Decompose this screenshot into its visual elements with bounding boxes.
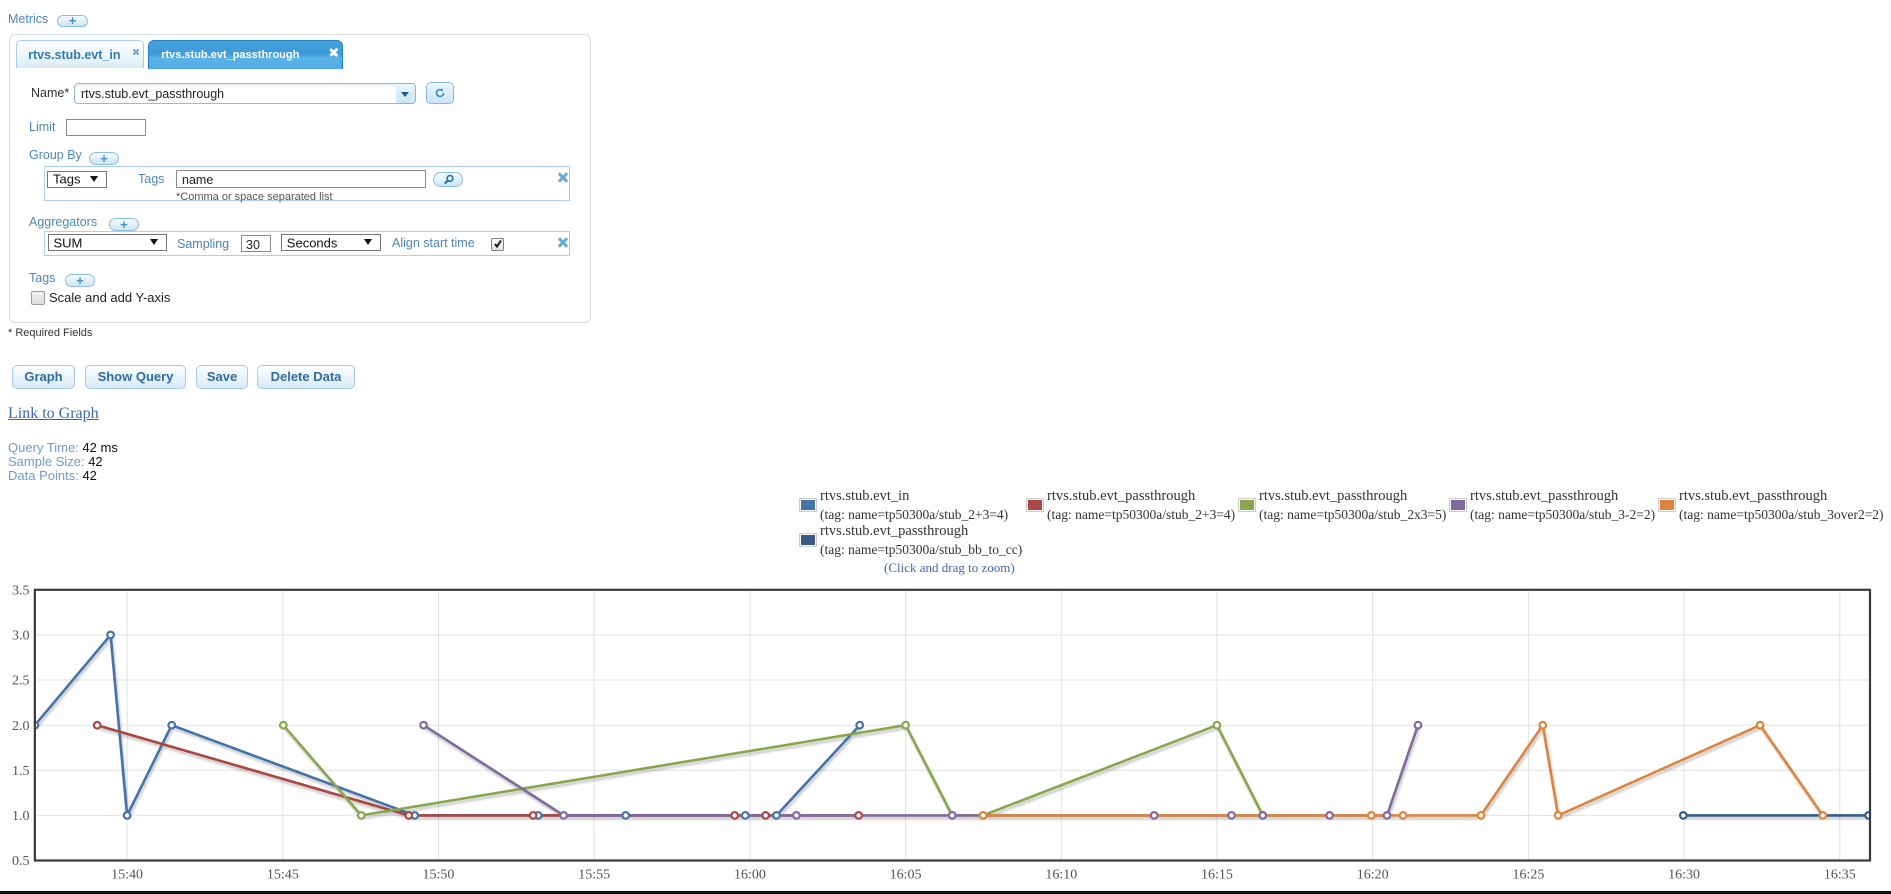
svg-text:16:30: 16:30 bbox=[1668, 867, 1700, 882]
svg-text:1.5: 1.5 bbox=[12, 764, 30, 779]
svg-text:15:40: 15:40 bbox=[111, 867, 143, 882]
svg-text:16:05: 16:05 bbox=[890, 867, 922, 882]
svg-text:15:55: 15:55 bbox=[578, 867, 610, 882]
svg-text:16:20: 16:20 bbox=[1357, 867, 1389, 882]
svg-text:2.5: 2.5 bbox=[12, 674, 30, 689]
svg-text:0.5: 0.5 bbox=[12, 854, 30, 869]
svg-text:3.5: 3.5 bbox=[12, 584, 30, 599]
svg-text:16:25: 16:25 bbox=[1512, 867, 1544, 882]
svg-text:15:50: 15:50 bbox=[423, 867, 455, 882]
svg-text:16:10: 16:10 bbox=[1045, 867, 1077, 882]
svg-text:16:15: 16:15 bbox=[1201, 867, 1233, 882]
svg-text:2.0: 2.0 bbox=[12, 719, 30, 734]
svg-text:16:35: 16:35 bbox=[1824, 867, 1856, 882]
svg-text:1.0: 1.0 bbox=[12, 809, 30, 824]
svg-text:3.0: 3.0 bbox=[12, 629, 30, 644]
svg-text:15:45: 15:45 bbox=[267, 867, 299, 882]
svg-text:16:00: 16:00 bbox=[734, 867, 766, 882]
